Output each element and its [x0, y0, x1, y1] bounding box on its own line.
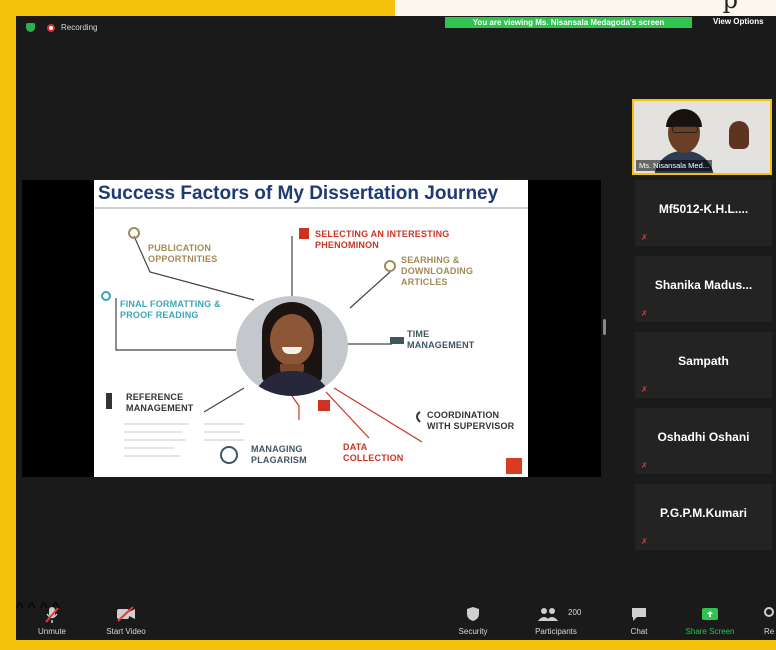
recording-status: Recording [26, 23, 97, 32]
security-button[interactable]: Security [433, 600, 513, 640]
mic-muted-icon: ✗ [641, 461, 648, 470]
participant-name: P.G.P.M.Kumari [660, 506, 747, 520]
mic-muted-icon [45, 607, 59, 623]
mic-muted-icon: ✗ [641, 233, 648, 242]
slide-corner-mark [506, 458, 522, 474]
start-video-label: Start Video [106, 627, 146, 636]
video-off-icon [117, 606, 135, 622]
label-searching: SEARHING & DOWNLOADING ARTICLES [401, 255, 474, 287]
participant-name: Mf5012-K.H.L.... [658, 202, 749, 216]
gear-icon [220, 446, 238, 464]
gallery-resize-handle[interactable] [603, 319, 606, 335]
graduation-cap-icon [390, 337, 404, 344]
presenter-portrait [236, 296, 348, 396]
participant-name: Shanika Madus... [654, 278, 753, 292]
start-video-button[interactable]: Start Video [86, 600, 166, 640]
label-coordination: COORDINATION WITH SUPERVISOR [427, 410, 515, 431]
presenter-name-tag: Ms. Nisansala Med... [636, 160, 713, 171]
label-final: FINAL FORMATTING & PROOF READING [120, 299, 221, 320]
security-label: Security [458, 627, 488, 636]
participant-tile[interactable]: P.G.P.M.Kumari ✗ [635, 484, 772, 550]
chat-button[interactable]: Chat [599, 600, 679, 640]
unmute-label: Unmute [37, 627, 66, 636]
presentation-slide: Success Factors of My Dissertation Journ… [94, 180, 528, 477]
background-paper-text: p [722, 0, 738, 14]
participants-icon [538, 608, 558, 621]
viewing-banner: You are viewing Ms. Nisansala Medagoda's… [445, 17, 692, 28]
meeting-toolbar: Unmute ^ Start Video ^ Security 200 Part… [16, 600, 776, 640]
mic-muted-icon: ✗ [641, 309, 648, 318]
reference-person-icon [106, 393, 112, 409]
meeting-window: Recording You are viewing Ms. Nisansala … [16, 16, 776, 640]
chat-label: Chat [630, 627, 648, 636]
presenter-video-tile[interactable]: Ms. Nisansala Med... [632, 99, 772, 175]
background-paper: p [395, 0, 776, 16]
participant-name: Oshadhi Oshani [657, 430, 750, 444]
person-icon [299, 228, 309, 239]
line-searching [349, 271, 391, 309]
mic-muted-icon: ✗ [641, 385, 648, 394]
label-time: TIME MANAGEMENT [407, 329, 475, 350]
label-plagarism: MANAGING PLAGARISM [251, 444, 307, 465]
record-label: Re [764, 627, 775, 636]
label-publication: PUBLICATION OPPORTNITIES [148, 243, 218, 264]
record-icon [47, 23, 55, 32]
ring-icon [101, 291, 111, 301]
label-selecting: SELECTING AN INTERESTING PHENOMINON [315, 229, 450, 250]
share-screen-button[interactable]: Share Screen [670, 600, 750, 640]
participant-tile[interactable]: Shanika Madus... ✗ [635, 256, 772, 322]
share-screen-icon [702, 608, 718, 620]
magnifier-icon [384, 260, 396, 272]
unmute-button[interactable]: Unmute [16, 600, 92, 640]
phone-icon [416, 411, 421, 423]
record-icon [764, 607, 774, 617]
view-options-button[interactable]: View Options [713, 17, 764, 26]
participant-tile[interactable]: Sampath ✗ [635, 332, 772, 398]
mic-muted-icon: ✗ [641, 537, 648, 546]
line-plagarism [291, 395, 300, 420]
participant-name: Sampath [678, 354, 729, 368]
record-button[interactable]: Re [756, 600, 776, 640]
line-reference [203, 387, 245, 413]
participants-count: 200 [568, 608, 582, 617]
participant-tile[interactable]: Mf5012-K.H.L.... ✗ [635, 180, 772, 246]
shield-icon[interactable] [26, 23, 35, 32]
recording-label: Recording [61, 23, 98, 32]
shared-screen: Success Factors of My Dissertation Journ… [22, 180, 601, 477]
line-data [325, 391, 370, 439]
participants-label: Participants [535, 627, 577, 636]
participants-button[interactable]: 200 Participants [516, 600, 596, 640]
chat-icon [632, 608, 646, 621]
dice-icon [318, 400, 330, 411]
label-data: DATA COLLECTION [343, 442, 404, 463]
security-shield-icon [467, 607, 479, 621]
share-screen-label: Share Screen [685, 627, 735, 636]
participant-tile[interactable]: Oshadhi Oshani ✗ [635, 408, 772, 474]
label-reference: REFERENCE MANAGEMENT [126, 392, 194, 413]
